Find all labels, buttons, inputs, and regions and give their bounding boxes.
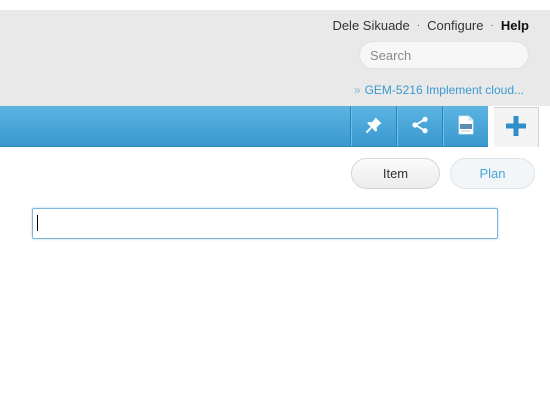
header: Dele Sikuade · Configure · Help » GEM-521… bbox=[0, 10, 550, 106]
configure-link[interactable]: Configure bbox=[427, 18, 483, 33]
breadcrumb: » GEM-5216 Implement cloud... bbox=[354, 83, 524, 97]
title-input[interactable] bbox=[32, 208, 498, 239]
user-nav: Dele Sikuade · Configure · Help bbox=[332, 17, 529, 33]
toolbar bbox=[0, 106, 488, 147]
help-link[interactable]: Help bbox=[501, 18, 529, 33]
top-strip bbox=[0, 0, 550, 10]
breadcrumb-separator: » bbox=[353, 83, 361, 97]
pin-button[interactable] bbox=[350, 106, 397, 146]
item-button[interactable]: Item bbox=[351, 158, 440, 189]
nav-separator: · bbox=[490, 19, 494, 31]
plus-icon bbox=[505, 115, 527, 140]
search-input[interactable] bbox=[359, 41, 529, 69]
text-caret bbox=[37, 215, 38, 231]
nav-separator: · bbox=[416, 19, 421, 31]
user-name-link[interactable]: Dele Sikuade bbox=[332, 18, 409, 33]
breadcrumb-link[interactable]: GEM-5216 Implement cloud... bbox=[365, 83, 524, 97]
pin-icon bbox=[364, 115, 384, 138]
share-icon bbox=[410, 115, 430, 138]
add-button[interactable] bbox=[488, 107, 539, 147]
pdf-export-button[interactable] bbox=[442, 106, 489, 146]
pdf-icon bbox=[457, 115, 475, 138]
plan-button[interactable]: Plan bbox=[450, 158, 535, 189]
share-button[interactable] bbox=[396, 106, 443, 146]
